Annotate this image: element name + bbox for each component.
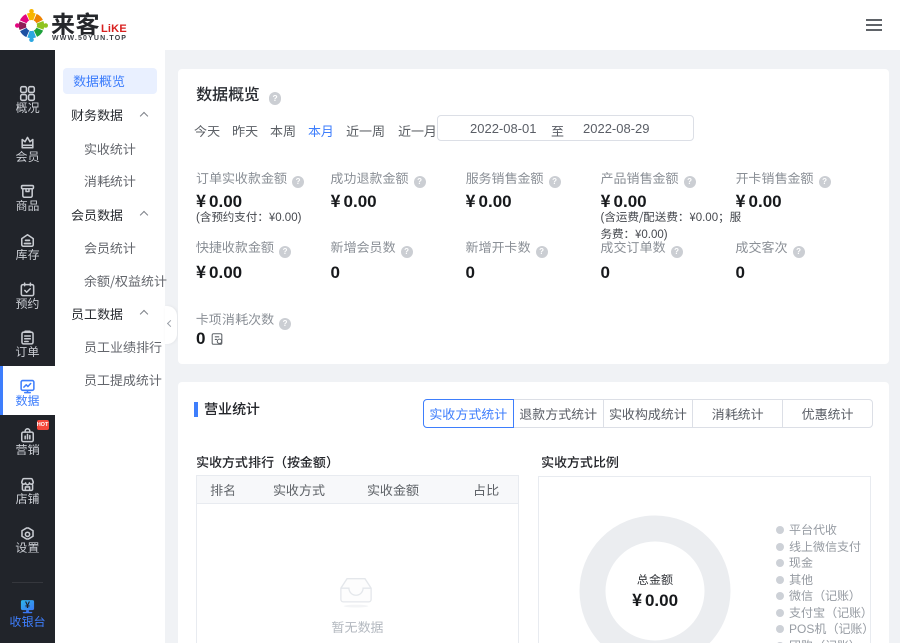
svg-text:¥: ¥ [25,600,30,610]
